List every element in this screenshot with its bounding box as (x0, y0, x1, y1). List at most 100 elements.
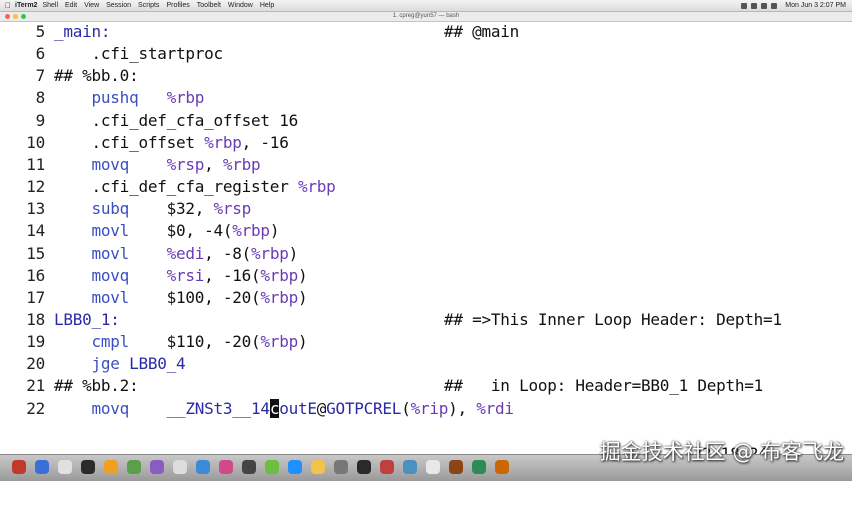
dock-app-icon[interactable] (173, 460, 187, 474)
line-number: 6 (35, 44, 46, 64)
code-text: subq $32, %rsp (54, 198, 252, 220)
code-token: movq (91, 154, 130, 174)
menu-item-view[interactable]: View (84, 0, 99, 11)
code-line[interactable]: 19 cmpl $110, -20(%rbp) (0, 331, 852, 353)
menu-item-scripts[interactable]: Scripts (138, 0, 159, 11)
code-token: __ZNSt3__14 (166, 398, 270, 418)
menu-item-session[interactable]: Session (106, 0, 131, 11)
app-menu[interactable]: iTerm2 (15, 0, 37, 11)
code-line[interactable]: 20 jge LBB0_4 (0, 353, 852, 375)
code-token: , -16 (241, 132, 289, 152)
code-token: %rsp (213, 199, 252, 219)
vim-editor[interactable]: 5 _main: ## @main 6 .cfi_startproc 7 ## %bb.0… (0, 21, 852, 485)
code-comment: ## in Loop: Header=BB0_1 Depth=1 (444, 376, 764, 396)
code-text: .cfi_offset %rbp, -16 (54, 132, 289, 154)
menu-item-toolbelt[interactable]: Toolbelt (197, 0, 221, 11)
code-text: movl $100, -20(%rbp) (54, 287, 308, 309)
code-line[interactable]: 10 .cfi_offset %rbp, -16 (0, 132, 852, 154)
code-text: .cfi_def_cfa_register %rbp (54, 176, 336, 198)
wifi-icon[interactable] (761, 2, 768, 9)
code-line[interactable]: 14 movl $0, -4(%rbp) (0, 220, 852, 242)
apple-menu-icon[interactable]:  (3, 0, 13, 11)
code-token: movl (91, 221, 130, 241)
dock-app-icon[interactable] (357, 460, 371, 474)
dock-app-icon[interactable] (58, 460, 72, 474)
dock-app-icon[interactable] (242, 460, 256, 474)
dock-app-icon[interactable] (426, 460, 440, 474)
code-token: GOTPCREL (326, 398, 402, 418)
line-number: 19 (26, 332, 45, 352)
code-line[interactable]: 11 movq %rsp, %rbp (0, 154, 852, 176)
line-number: 18 (26, 309, 45, 329)
zoom-window-icon[interactable] (21, 14, 26, 19)
menu-item-shell[interactable]: Shell (42, 0, 58, 11)
dock-app-icon[interactable] (35, 460, 49, 474)
code-token: movl (91, 287, 130, 307)
code-token: %rbp (251, 243, 289, 263)
menu-item-help[interactable]: Help (260, 0, 274, 11)
dock-app-icon[interactable] (196, 460, 210, 474)
code-token: ) (297, 265, 308, 285)
line-number: 11 (26, 154, 45, 174)
dock-app-icon[interactable] (449, 460, 463, 474)
code-comment: ## =>This Inner Loop Header: Depth=1 (444, 309, 782, 329)
code-line[interactable]: 8 pushq %rbp (0, 87, 852, 109)
menu-item-edit[interactable]: Edit (65, 0, 77, 11)
code-line[interactable]: 5 _main: ## @main (0, 21, 852, 43)
dock-app-icon[interactable] (472, 460, 486, 474)
menu-item-window[interactable]: Window (228, 0, 253, 11)
code-line[interactable]: 16 movq %rsi, -16(%rbp) (0, 265, 852, 287)
line-number: 7 (35, 66, 46, 86)
code-text: movl %edi, -8(%rbp) (54, 243, 299, 265)
code-line[interactable]: 22 movq __ZNSt3__14coutE@GOTPCREL(%rip),… (0, 398, 852, 420)
dock-app-icon[interactable] (495, 460, 509, 474)
dock-app-icon[interactable] (81, 460, 95, 474)
code-line[interactable]: 17 movl $100, -20(%rbp) (0, 287, 852, 309)
code-line[interactable]: 12 .cfi_def_cfa_register %rbp (0, 176, 852, 198)
code-line[interactable]: 13 subq $32, %rsp (0, 198, 852, 220)
volume-icon[interactable] (771, 2, 778, 9)
dock-app-icon[interactable] (12, 460, 26, 474)
dock-app-icon[interactable] (380, 460, 394, 474)
dock-app-icon[interactable] (311, 460, 325, 474)
dock-app-icon[interactable] (403, 460, 417, 474)
dock-app-icon[interactable] (334, 460, 348, 474)
code-line[interactable]: 7 ## %bb.0: (0, 65, 852, 87)
code-line[interactable]: 21 ## %bb.2: ## in Loop: Header=BB0_1 Dept… (0, 375, 852, 397)
dock-app-icon[interactable] (265, 460, 279, 474)
dock-app-icon[interactable] (150, 460, 164, 474)
code-line[interactable]: 6 .cfi_startproc (0, 43, 852, 65)
dock-app-icon[interactable] (288, 460, 302, 474)
status-icon[interactable] (741, 2, 748, 9)
menu-item-profiles[interactable]: Profiles (166, 0, 189, 11)
code-line[interactable]: 18 LBB0_1: ## =>This Inner Loop Header: De… (0, 309, 852, 331)
clock[interactable]: Mon Jun 3 2:07 PM (785, 0, 846, 11)
code-token: ) (288, 243, 299, 263)
code-token: $0, -4( (129, 221, 233, 241)
code-text: cmpl $110, -20(%rbp) (54, 331, 308, 353)
code-token: $32, (129, 199, 214, 219)
code-token: ) (269, 221, 280, 241)
code-token: @ (316, 398, 327, 418)
dock-app-icon[interactable] (127, 460, 141, 474)
code-token: , -8( (204, 243, 252, 263)
status-icon[interactable] (751, 2, 758, 9)
code-line[interactable]: 15 movl %edi, -8(%rbp) (0, 243, 852, 265)
code-token: %rdi (476, 398, 514, 418)
line-number: 13 (26, 199, 45, 219)
code-token: %rbp (260, 265, 298, 285)
code-text: .cfi_startproc (54, 43, 224, 65)
dock-app-icon[interactable] (104, 460, 118, 474)
window-title: 1. cpreg@yun57 — bash (392, 13, 460, 19)
code-line[interactable]: 9 .cfi_def_cfa_offset 16 (0, 110, 852, 132)
close-window-icon[interactable] (5, 14, 10, 19)
minimize-window-icon[interactable] (13, 14, 18, 19)
dock-app-icon[interactable] (219, 460, 233, 474)
